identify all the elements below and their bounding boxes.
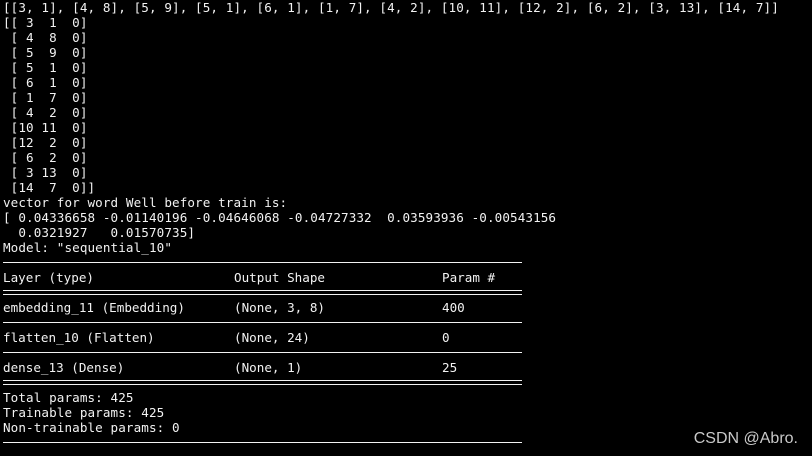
list-output-line: [[3, 1], [4, 8], [5, 9], [5, 1], [6, 1],… bbox=[3, 0, 779, 15]
rule-thin bbox=[3, 435, 809, 450]
rule-double bbox=[3, 285, 809, 300]
layer-shape: (None, 1) bbox=[234, 360, 303, 375]
summary-header-row: Layer (type) Output Shape Param # bbox=[3, 270, 809, 285]
model-name-line: Model: "sequential_10" bbox=[3, 240, 173, 255]
layer-shape: (None, 24) bbox=[234, 330, 310, 345]
header-layer: Layer (type) bbox=[3, 270, 94, 285]
terminal-output: [[3, 1], [4, 8], [5, 9], [5, 1], [6, 1],… bbox=[3, 0, 809, 456]
array-row: [ 5 1 0] bbox=[3, 60, 88, 75]
layer-params: 400 bbox=[442, 300, 465, 315]
trainable-params-line: Trainable params: 425 bbox=[3, 405, 165, 420]
vector-caption: vector for word Well before train is: bbox=[3, 195, 288, 210]
layer-params: 0 bbox=[442, 330, 450, 345]
array-row: [ 3 13 0] bbox=[3, 165, 88, 180]
summary-row: embedding_11 (Embedding) (None, 3, 8) 40… bbox=[3, 300, 809, 315]
layer-name: embedding_11 (Embedding) bbox=[3, 300, 185, 315]
rule-thin bbox=[3, 345, 809, 360]
vector-line: 0.0321927 0.01570735] bbox=[3, 225, 196, 240]
summary-row: dense_13 (Dense) (None, 1) 25 bbox=[3, 360, 809, 375]
array-row: [ 1 7 0] bbox=[3, 90, 88, 105]
array-row: [ 4 8 0] bbox=[3, 30, 88, 45]
csdn-watermark: CSDN @Abro. bbox=[693, 430, 798, 447]
array-row: [ 6 2 0] bbox=[3, 150, 88, 165]
array-row: [14 7 0]] bbox=[3, 180, 96, 195]
model-summary-table: Layer (type) Output Shape Param # embedd… bbox=[3, 255, 809, 450]
header-params: Param # bbox=[442, 270, 496, 285]
rule-double bbox=[3, 375, 809, 390]
rule-thin bbox=[3, 315, 809, 330]
array-row: [ 4 2 0] bbox=[3, 105, 88, 120]
array-row: [[ 3 1 0] bbox=[3, 15, 88, 30]
header-shape: Output Shape bbox=[234, 270, 325, 285]
vector-line: [ 0.04336658 -0.01140196 -0.04646068 -0.… bbox=[3, 210, 557, 225]
non-trainable-params-line: Non-trainable params: 0 bbox=[3, 420, 180, 435]
array-row: [ 5 9 0] bbox=[3, 45, 88, 60]
summary-row: flatten_10 (Flatten) (None, 24) 0 bbox=[3, 330, 809, 345]
total-params-line: Total params: 425 bbox=[3, 390, 134, 405]
array-row: [ 6 1 0] bbox=[3, 75, 88, 90]
layer-shape: (None, 3, 8) bbox=[234, 300, 325, 315]
array-row: [10 11 0] bbox=[3, 120, 88, 135]
layer-name: dense_13 (Dense) bbox=[3, 360, 125, 375]
array-row: [12 2 0] bbox=[3, 135, 88, 150]
layer-params: 25 bbox=[442, 360, 458, 375]
numpy-array-block: [[ 3 1 0] [ 4 8 0] [ 5 9 0] [ 5 1 0] [ 6… bbox=[3, 15, 809, 195]
layer-name: flatten_10 (Flatten) bbox=[3, 330, 155, 345]
rule-thin bbox=[3, 255, 809, 270]
